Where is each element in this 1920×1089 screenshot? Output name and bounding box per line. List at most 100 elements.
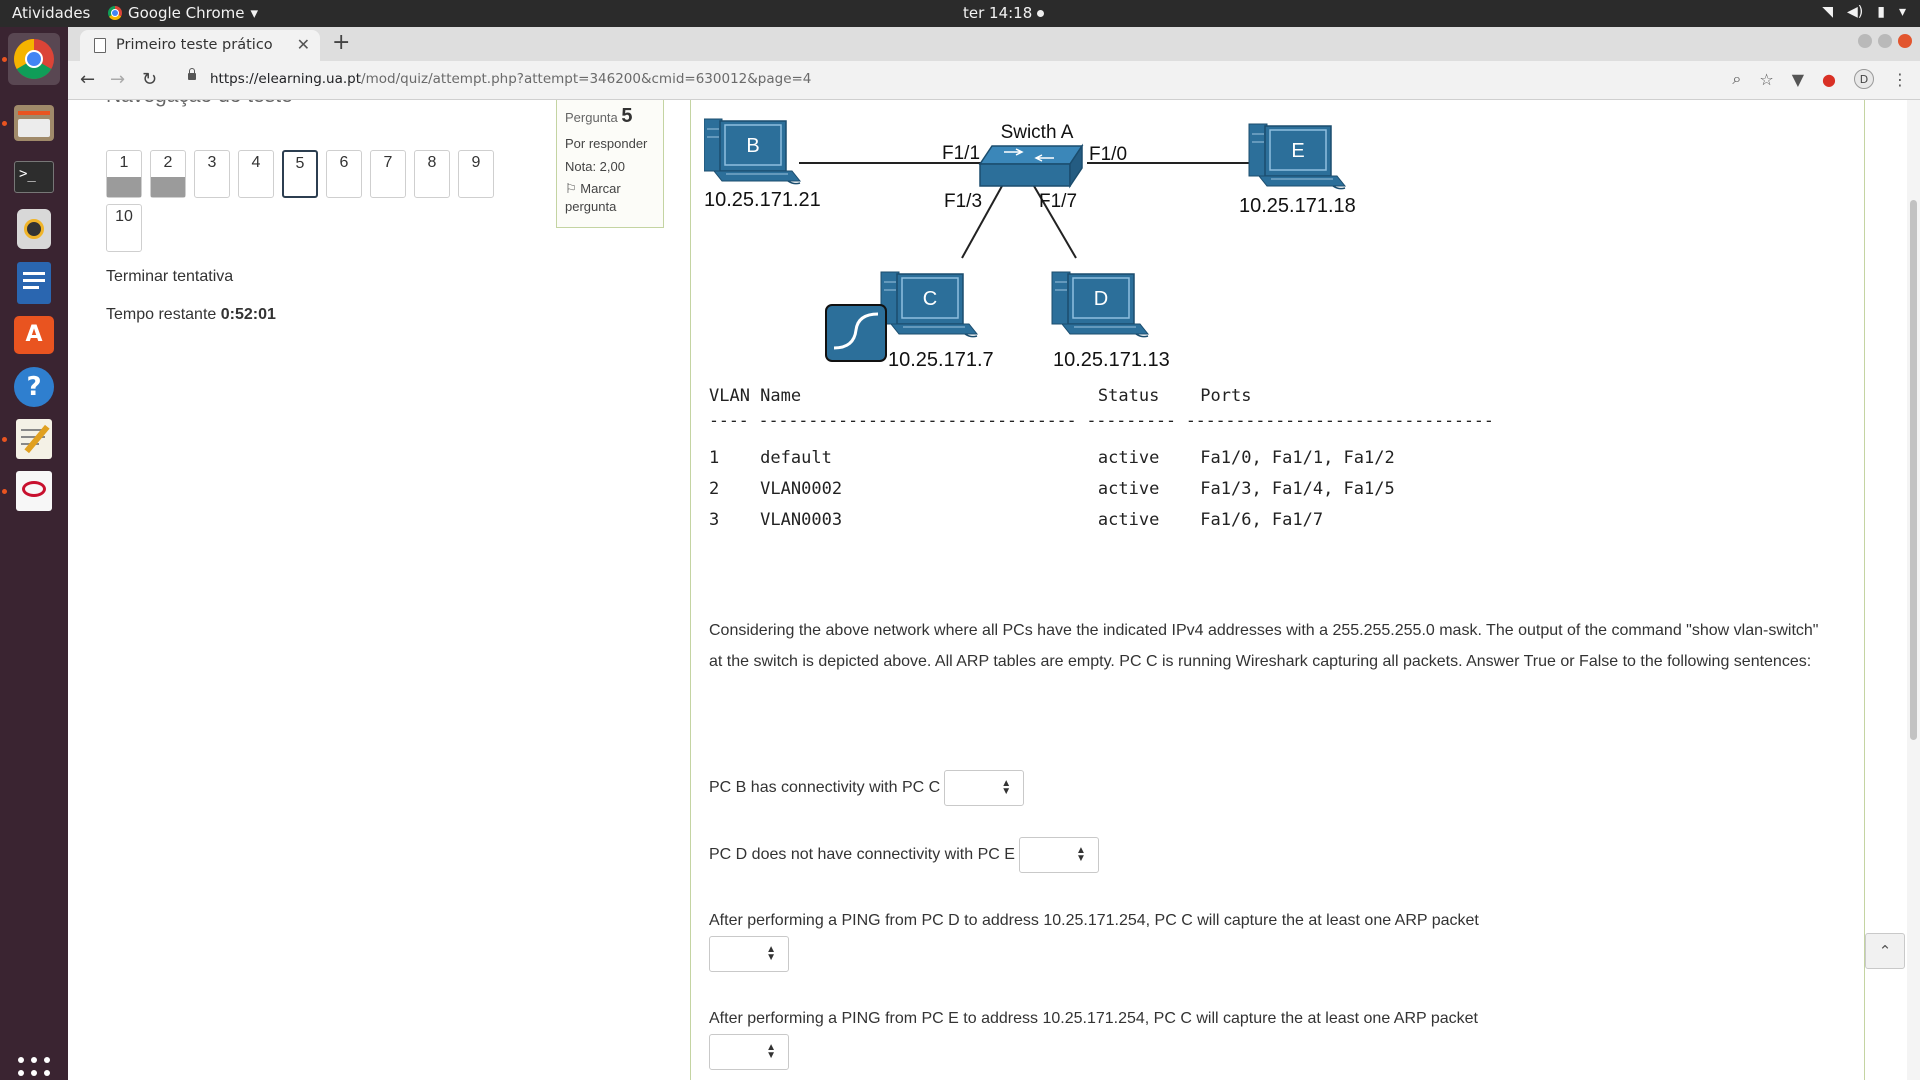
quiz-nav-button-4[interactable]: 4 — [238, 150, 274, 198]
dock-software[interactable]: A — [8, 309, 60, 361]
document-icon — [17, 262, 51, 304]
volume-icon: ◀) — [1847, 4, 1864, 20]
page-icon — [94, 38, 106, 53]
system-tray[interactable]: ◥ ◀) ▮ ▾ — [1822, 4, 1906, 20]
chrome-icon — [14, 39, 54, 79]
dock-help[interactable]: ? — [8, 361, 60, 413]
forward-button[interactable]: → — [110, 69, 125, 90]
quiz-nav-button-7[interactable]: 7 — [370, 150, 406, 198]
dock-rhythmbox[interactable] — [8, 203, 60, 255]
quiz-nav-button-label: 5 — [295, 155, 305, 172]
quiz-nav-button-6[interactable]: 6 — [326, 150, 362, 198]
dock-files[interactable] — [8, 97, 60, 149]
answer-select-4[interactable]: ▲ ▼ — [709, 1034, 789, 1070]
dock-writer[interactable] — [8, 257, 60, 309]
clock-label: ter 14:18 — [963, 4, 1033, 22]
pc-d-icon: D — [1051, 271, 1149, 338]
question-number-value: 5 — [621, 105, 633, 127]
quiz-nav-button-5[interactable]: 5 — [282, 150, 318, 198]
minimize-button[interactable] — [1858, 34, 1872, 48]
dock-chrome[interactable] — [8, 33, 60, 85]
extension-icon[interactable]: ▼ — [1792, 70, 1804, 89]
chevron-down-icon: ▾ — [250, 4, 259, 22]
flag-question-link[interactable]: ⚐ Marcar pergunta — [565, 180, 655, 215]
reload-button[interactable]: ↻ — [142, 69, 157, 90]
question-status: Por responder — [565, 136, 648, 151]
files-icon — [14, 105, 54, 141]
answer-select-3[interactable]: ▲ ▼ — [709, 936, 789, 972]
page-scrollbar[interactable] — [1907, 100, 1920, 1080]
profile-avatar[interactable]: D — [1854, 69, 1874, 89]
url-path: /mod/quiz/attempt.php?attempt=346200&cmi… — [361, 71, 812, 87]
back-button[interactable]: ← — [80, 69, 95, 90]
close-tab-icon[interactable]: ✕ — [297, 35, 310, 54]
chrome-icon — [108, 6, 122, 20]
clock[interactable]: ter 14:18 — [963, 4, 1045, 22]
url-text: https://elearning.ua.pt/mod/quiz/attempt… — [210, 71, 811, 87]
port-label-f17: F1/7 — [1039, 191, 1077, 212]
dock-terminal[interactable]: >_ — [8, 151, 60, 203]
pc-c-letter: C — [923, 288, 937, 310]
switch-icon — [978, 143, 1084, 189]
activities-button[interactable]: Atividades — [12, 4, 90, 22]
quiz-nav-button-1[interactable]: 1 — [106, 150, 142, 198]
answer-select-1[interactable]: ▲ ▼ — [944, 770, 1025, 806]
question-text: Considering the above network where all … — [709, 622, 1819, 670]
wifi-icon: ◥ — [1822, 4, 1834, 20]
pdf-viewer-icon — [16, 471, 52, 511]
quiz-nav-button-10[interactable]: 10 — [106, 204, 142, 252]
address-bar[interactable]: https://elearning.ua.pt/mod/quiz/attempt… — [176, 65, 1816, 95]
chevron-down-icon: ▾ — [1898, 4, 1906, 20]
back-to-top-button[interactable]: ⌃ — [1865, 933, 1905, 969]
tab-title: Primeiro teste prático — [116, 37, 273, 53]
quiz-nav-button-9[interactable]: 9 — [458, 150, 494, 198]
pc-c-ip: 10.25.171.7 — [888, 349, 994, 371]
time-remaining-label: Tempo restante — [106, 306, 217, 323]
zoom-icon[interactable]: ⌕ — [1732, 69, 1741, 89]
pc-e-icon: E — [1248, 123, 1346, 190]
wireshark-icon — [825, 304, 887, 362]
extension-red-icon[interactable]: ● — [1822, 70, 1836, 89]
menu-dots-icon[interactable]: ⋮ — [1892, 70, 1908, 89]
toolbar-actions: ⌕ ☆ ▼ ● D ⋮ — [1732, 69, 1908, 89]
dock-evince[interactable] — [8, 465, 60, 517]
statement-1-text: PC B has connectivity with PC C — [709, 779, 941, 797]
quiz-nav-button-label: 1 — [119, 154, 129, 171]
scrollbar-thumb[interactable] — [1910, 200, 1917, 740]
pc-c-icon: C — [880, 271, 978, 338]
finish-attempt-link[interactable]: Terminar tentativa — [106, 268, 233, 286]
chevron-up-icon: ⌃ — [1878, 943, 1892, 960]
port-label-f11: F1/1 — [942, 143, 980, 164]
app-menu[interactable]: Google Chrome ▾ — [108, 4, 258, 22]
vlan-table-row: 1 default active Fa1/0, Fa1/1, Fa1/2 — [709, 448, 1395, 468]
quiz-nav-button-label: 2 — [163, 154, 173, 171]
help-icon: ? — [14, 367, 54, 407]
quiz-nav-button-label: 9 — [471, 154, 481, 171]
maximize-button[interactable] — [1878, 34, 1892, 48]
close-window-button[interactable] — [1898, 34, 1912, 48]
new-tab-button[interactable]: + — [332, 30, 350, 55]
quiz-nav-button-label: 8 — [427, 154, 437, 171]
time-remaining-value: 0:52:01 — [220, 306, 276, 323]
pc-e-ip: 10.25.171.18 — [1239, 195, 1356, 217]
statement-2: PC D does not have connectivity with PC … — [709, 837, 1099, 873]
running-indicator — [2, 57, 7, 62]
time-remaining: Tempo restante 0:52:01 — [106, 306, 276, 324]
pc-b-letter: B — [746, 135, 759, 157]
statement-2-text: PC D does not have connectivity with PC … — [709, 846, 1015, 864]
dock-editor[interactable] — [8, 413, 60, 465]
quiz-nav-button-label: 7 — [383, 154, 393, 171]
quiz-nav-button-3[interactable]: 3 — [194, 150, 230, 198]
show-applications-icon[interactable] — [18, 1057, 50, 1089]
quiz-nav-button-label: 6 — [339, 154, 349, 171]
bookmark-star-icon[interactable]: ☆ — [1759, 70, 1773, 89]
app-menu-label: Google Chrome — [128, 4, 245, 22]
quiz-nav-button-8[interactable]: 8 — [414, 150, 450, 198]
browser-tab[interactable]: Primeiro teste prático ✕ — [80, 30, 320, 61]
quiz-nav-button-2[interactable]: 2 — [150, 150, 186, 198]
vlan-table-row: 3 VLAN0003 active Fa1/6, Fa1/7 — [709, 510, 1324, 530]
system-top-bar: Atividades Google Chrome ▾ ter 14:18 ◥ ◀… — [0, 0, 1920, 27]
browser-toolbar: ← → ↻ https://elearning.ua.pt/mod/quiz/a… — [68, 61, 1920, 100]
answer-select-2[interactable]: ▲ ▼ — [1018, 837, 1099, 873]
quiz-nav-button-label: 3 — [207, 154, 217, 171]
